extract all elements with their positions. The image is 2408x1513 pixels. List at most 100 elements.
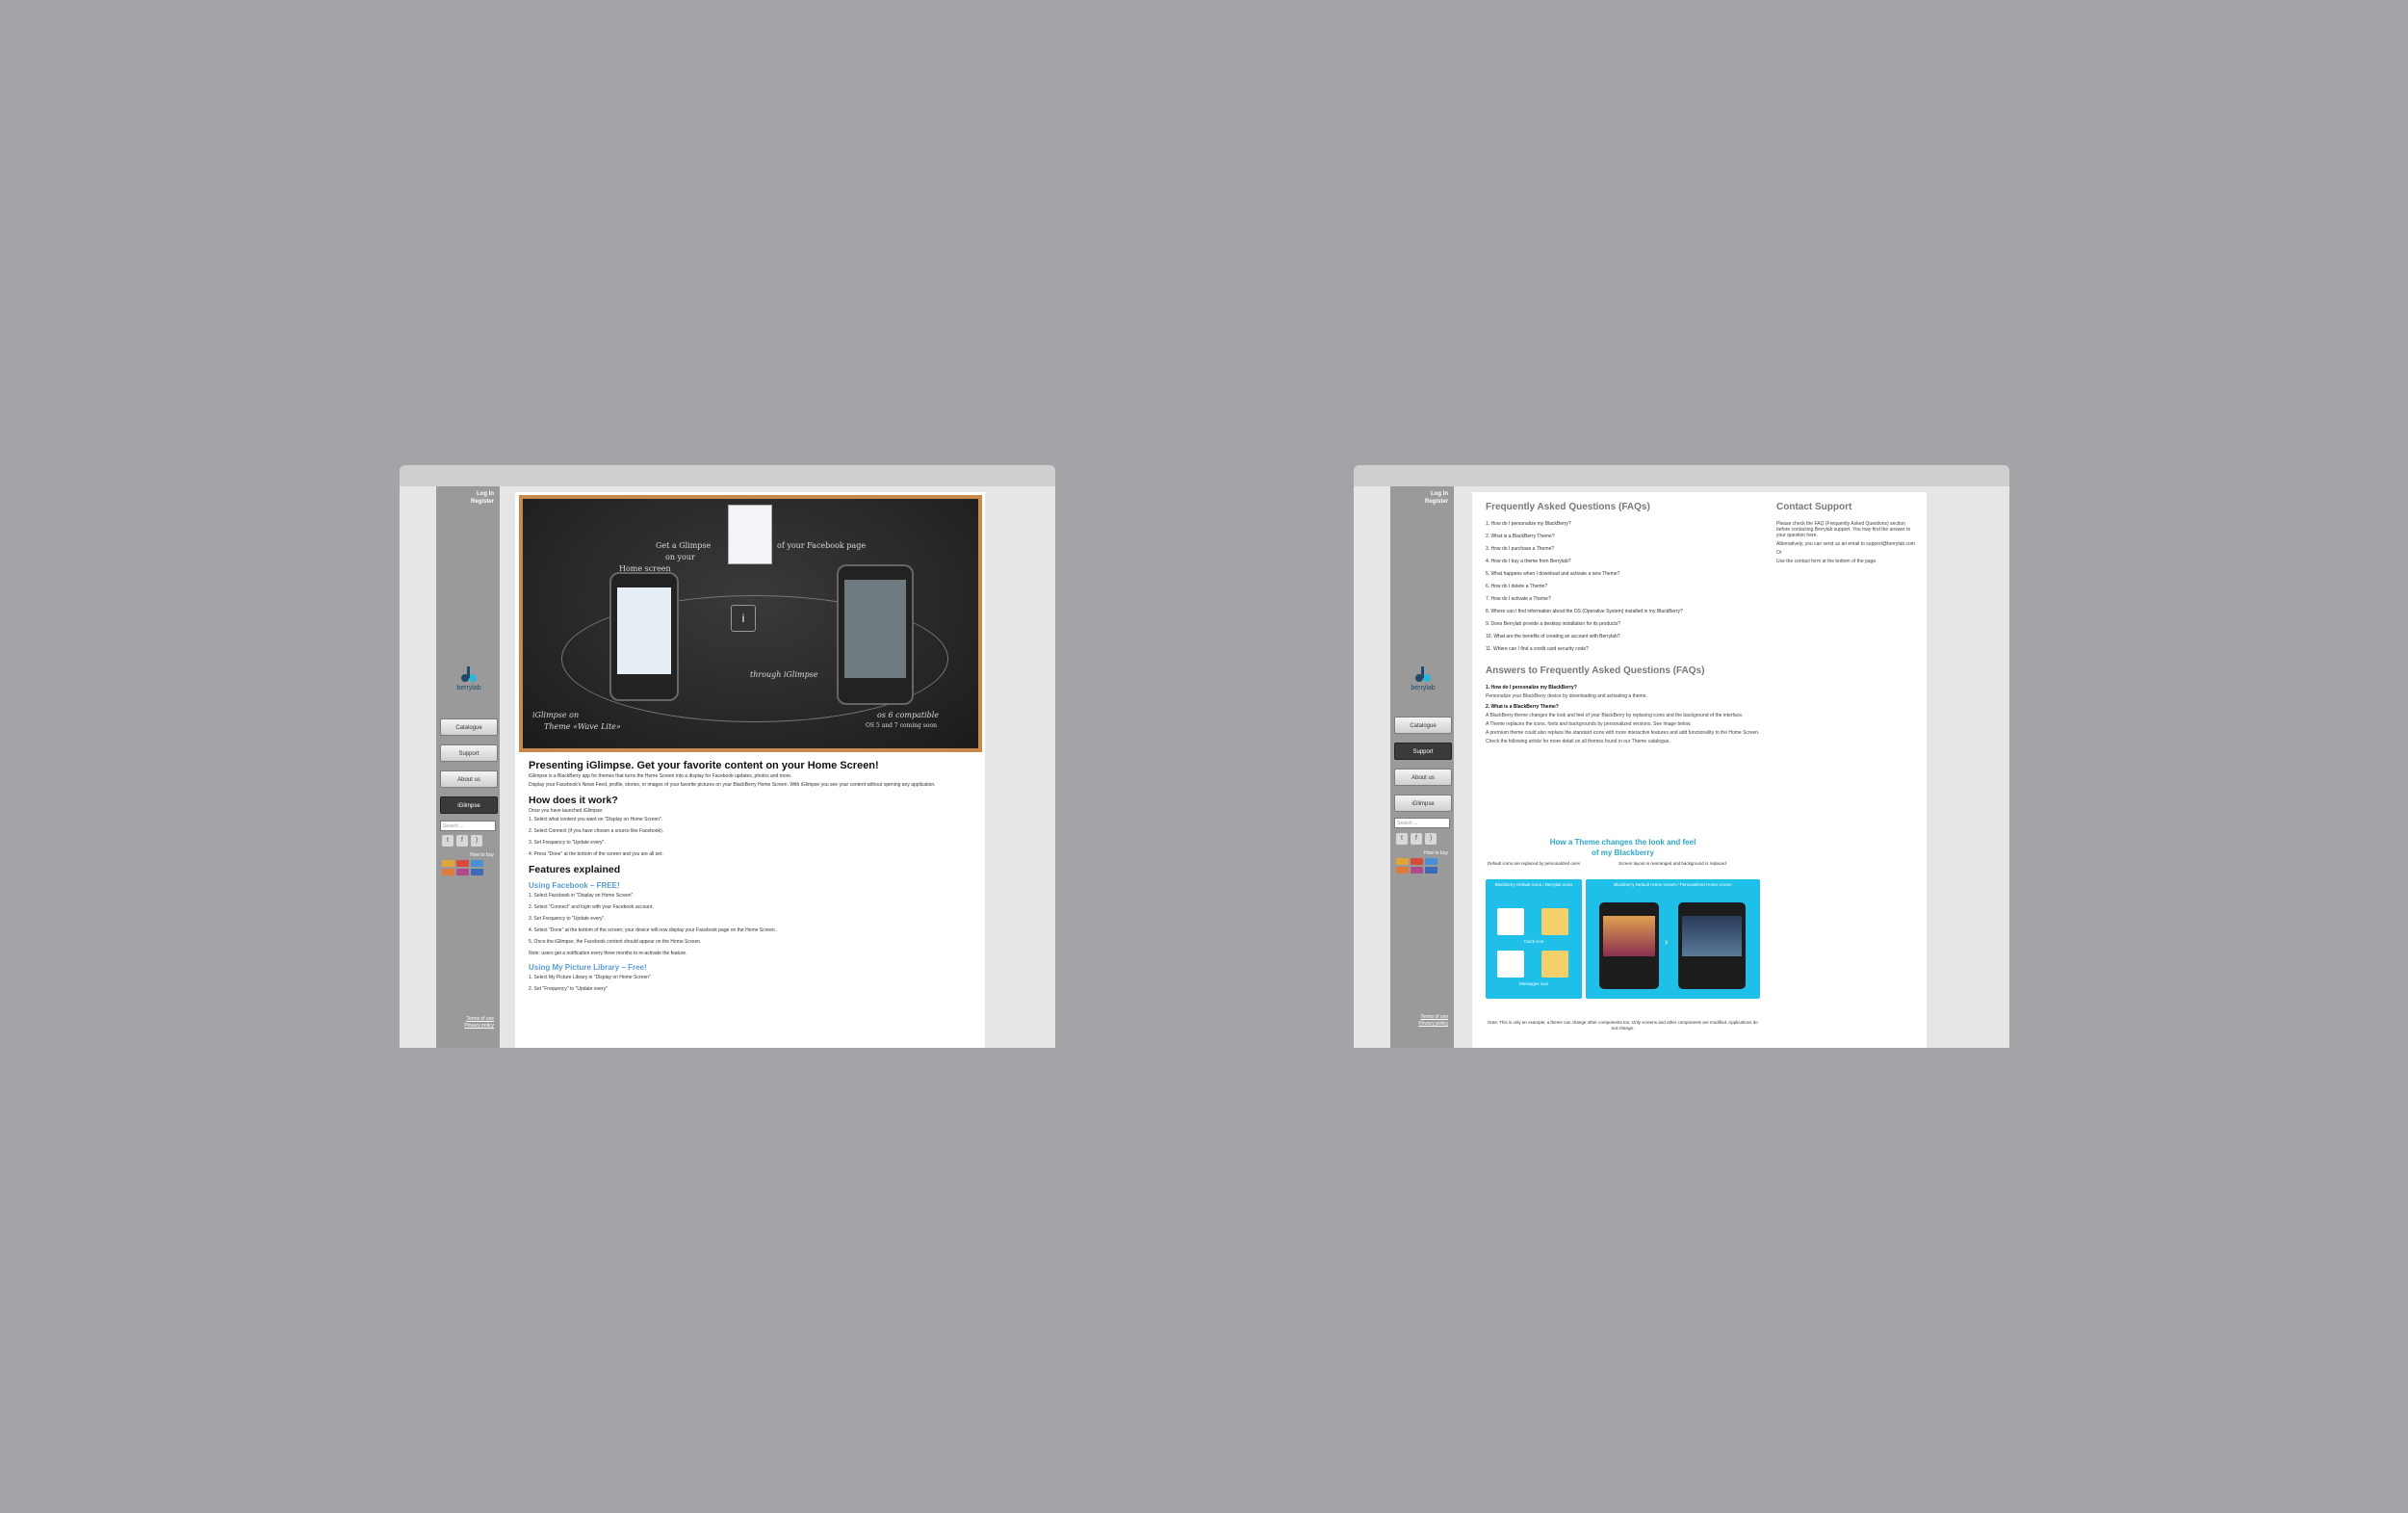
facebook-icon[interactable]: f xyxy=(456,835,468,847)
search-input[interactable]: Search ... xyxy=(440,821,496,831)
visa-card-icon xyxy=(442,860,454,867)
intro-paragraph-2: Display your Facebook's News Feed, profi… xyxy=(529,782,936,788)
features-title: Features explained xyxy=(529,864,621,875)
social-links: t f ) xyxy=(1396,833,1437,845)
contact-paragraph-4[interactable]: Use the contact form at the bottom of th… xyxy=(1776,559,1916,564)
how-to-buy-label[interactable]: How to buy xyxy=(470,852,494,858)
theme-illustration: How a Theme changes the look and feel of… xyxy=(1486,492,1760,1048)
rss-icon[interactable]: ) xyxy=(471,835,482,847)
register-link[interactable]: Register xyxy=(471,498,494,506)
facebook-icon[interactable]: f xyxy=(1411,833,1422,845)
maestro-card-icon xyxy=(456,869,469,875)
sidebar: Log In Register berrylab Catalogue Suppo… xyxy=(1390,486,1454,1048)
window-title-bar xyxy=(1354,465,2009,486)
how-section-title: How does it work? xyxy=(529,795,618,806)
nav-catalogue[interactable]: Catalogue xyxy=(440,718,498,736)
login-link[interactable]: Log In xyxy=(471,490,494,498)
privacy-link[interactable]: Privacy policy xyxy=(464,1023,494,1030)
account-links: Log In Register xyxy=(471,490,494,506)
terms-link[interactable]: Terms of use xyxy=(1418,1014,1448,1021)
discover-card-icon xyxy=(1396,867,1409,874)
themed-clock-icon xyxy=(1541,908,1568,935)
hero-footer-right1: os 6 compatible xyxy=(877,711,940,719)
phone-right xyxy=(837,564,914,705)
phone-left xyxy=(609,572,679,701)
icons-box-label: Blackberry Default icons / Berrylab icon… xyxy=(1494,882,1573,887)
default-home-screen-phone xyxy=(1599,902,1659,989)
facebook-page-thumbnail xyxy=(728,505,772,564)
screens-box-label: Blackberry Default Home screen / Persona… xyxy=(1614,882,1732,887)
hero-line4: of your Facebook page xyxy=(777,541,867,550)
search-input[interactable]: Search ... xyxy=(1394,818,1450,828)
twitter-icon[interactable]: t xyxy=(1396,833,1408,845)
icons-comparison-box: Blackberry Default icons / Berrylab icon… xyxy=(1486,879,1582,999)
nav-about-us[interactable]: About us xyxy=(1394,769,1452,786)
nav-catalogue[interactable]: Catalogue xyxy=(1394,717,1452,734)
privacy-link[interactable]: Privacy policy xyxy=(1418,1021,1448,1028)
list-item: 1. Select My Picture Library in "Display… xyxy=(529,975,651,980)
list-item: 4. Select "Done" at the bottom of the sc… xyxy=(529,927,777,933)
default-messages-icon xyxy=(1497,951,1524,978)
nav-about-us[interactable]: About us xyxy=(440,770,498,788)
contact-paragraph-2[interactable]: Alternatively, you can send us an email … xyxy=(1776,541,1916,547)
footer-links: Terms of use Privacy policy xyxy=(1418,1014,1448,1028)
main-content: Get a Glimpse on your Home screen of you… xyxy=(515,492,985,1048)
list-item: 1. Select Facebook in "Display on Home S… xyxy=(529,893,634,899)
terms-link[interactable]: Terms of use xyxy=(464,1016,494,1023)
discover-card-icon xyxy=(442,869,454,875)
browser-window-iglimpse: Log In Register berrylab Catalogue Suppo… xyxy=(400,465,1055,1048)
berrylab-logo-icon xyxy=(461,666,477,682)
contact-title: Contact Support xyxy=(1776,502,1852,512)
payment-cards xyxy=(1396,858,1437,874)
hero-through: through iGlimpse xyxy=(750,670,818,679)
nav-iglimpse[interactable]: iGlimpse xyxy=(440,796,498,814)
article-body: Presenting iGlimpse. Get your favorite c… xyxy=(529,760,971,998)
theme-sub-right: Screen layout is rearranged and backgrou… xyxy=(1618,861,1726,866)
twitter-icon[interactable]: t xyxy=(442,835,453,847)
list-item: 5. Once the iGlimpse, the Facebook conte… xyxy=(529,939,702,945)
themed-messages-icon xyxy=(1541,951,1568,978)
hero-banner: Get a Glimpse on your Home screen of you… xyxy=(519,495,982,752)
arrow-right-icon: › xyxy=(1665,937,1669,948)
list-item: 1. Select what content you want on "Disp… xyxy=(529,817,663,822)
berrylab-logo[interactable]: berrylab xyxy=(1406,663,1440,695)
list-item: 2. Select "Connect" and login with your … xyxy=(529,904,654,910)
themed-home-screen xyxy=(1682,916,1742,956)
list-item: 3. Set Frequency to "Update every". xyxy=(529,840,606,846)
iglimpse-app-icon: i xyxy=(731,605,756,632)
register-link[interactable]: Register xyxy=(1425,498,1448,506)
logo-wordmark: berrylab xyxy=(456,685,481,691)
login-link[interactable]: Log In xyxy=(1425,490,1448,498)
visa-card-icon xyxy=(1396,858,1409,865)
maestro-card-icon xyxy=(1411,867,1423,874)
rss-icon[interactable]: ) xyxy=(1425,833,1437,845)
nav-support[interactable]: Support xyxy=(1394,743,1452,760)
facebook-note: Note: users get a notification every thr… xyxy=(529,951,687,956)
theme-title-line1: How a Theme changes the look and feel xyxy=(1549,838,1696,847)
main-content: Frequently Asked Questions (FAQs) 1. How… xyxy=(1472,492,1927,1048)
list-item: 2. Select Connect (if you have chosen a … xyxy=(529,828,664,834)
how-intro: Once you have launched iGlimpse: xyxy=(529,808,604,814)
footer-links: Terms of use Privacy policy xyxy=(464,1016,494,1030)
hero-footer-right2: OS 5 and 7 coming soon xyxy=(866,722,937,729)
sidebar: Log In Register berrylab Catalogue Suppo… xyxy=(436,486,500,1048)
hero-footer-left2: Theme «Wave Lite» xyxy=(544,722,621,731)
list-item: 2. Set "Frequency" to "Update every" xyxy=(529,986,608,992)
browser-window-support: Log In Register berrylab Catalogue Suppo… xyxy=(1354,465,2009,1048)
berrylab-logo[interactable]: berrylab xyxy=(452,663,486,695)
list-item: 4. Press "Done" at the bottom of the scr… xyxy=(529,851,663,857)
how-to-buy-label[interactable]: How to buy xyxy=(1424,850,1448,856)
amex-card-icon xyxy=(1425,858,1437,865)
screens-comparison-box: Blackberry Default Home screen / Persona… xyxy=(1586,879,1760,999)
picture-library-title: Using My Picture Library – Free! xyxy=(529,963,647,972)
illustration-caption: Note: This is only an example; a theme c… xyxy=(1488,1020,1758,1030)
payment-cards xyxy=(442,860,483,875)
nav-support[interactable]: Support xyxy=(440,744,498,762)
icon-label-2: Messages icon xyxy=(1518,981,1548,986)
themed-home-screen-phone xyxy=(1678,902,1746,989)
phone-right-screen xyxy=(844,580,906,678)
window-title-bar xyxy=(400,465,1055,486)
amex-card-icon xyxy=(471,860,483,867)
mastercard-icon xyxy=(1411,858,1423,865)
nav-iglimpse[interactable]: iGlimpse xyxy=(1394,795,1452,812)
